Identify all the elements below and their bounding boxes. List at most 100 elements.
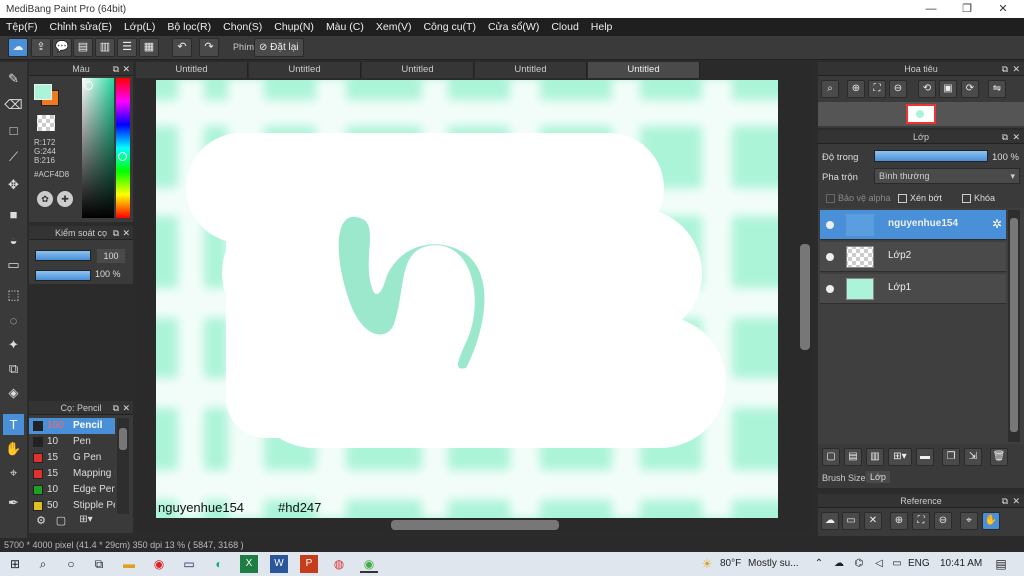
zoom-in-icon[interactable]: ⊕ (890, 512, 908, 530)
clock[interactable]: 10:41 AM (940, 558, 982, 569)
layer-settings-icon[interactable]: ✲ (992, 217, 1002, 231)
brush-item[interactable]: 50 Stipple Pe (29, 498, 115, 514)
folder-icon[interactable]: ▬ (916, 448, 934, 466)
windows-start-icon[interactable]: ⊞ (6, 555, 24, 573)
scroll-thumb[interactable] (1010, 218, 1018, 432)
tab-untitled-4[interactable]: Untitled (475, 62, 587, 78)
language-indicator[interactable]: ENG (908, 558, 930, 569)
horizontal-scroll-thumb[interactable] (391, 520, 559, 530)
network-icon[interactable]: ⌬ (850, 555, 868, 573)
flip-icon[interactable]: ⇋ (988, 80, 1006, 98)
chevron-up-icon[interactable]: ⌃ (810, 555, 828, 573)
scroll-thumb[interactable] (119, 428, 127, 450)
eye-icon[interactable] (826, 253, 834, 261)
brush-item[interactable]: 15 Mapping P (29, 466, 115, 482)
tab-untitled-5[interactable]: Untitled (588, 62, 700, 78)
brush-item[interactable]: 10 Edge Pen (29, 482, 115, 498)
chrome-icon[interactable]: ◍ (330, 555, 348, 573)
close-icon[interactable]: ✕ (122, 62, 130, 76)
canvas-viewport[interactable]: nguyenhue154 #hd247 (136, 78, 798, 518)
tab-untitled-1[interactable]: Untitled (136, 62, 248, 78)
canvas-artwork[interactable]: nguyenhue154 #hd247 (136, 78, 798, 518)
popout-icon[interactable]: ⧉ (113, 62, 119, 76)
fit-icon[interactable]: ⛶ (868, 80, 886, 98)
layer-row[interactable]: Lớp1 (820, 274, 1006, 304)
eyedropper-tool-icon[interactable]: ⌖ (3, 462, 24, 483)
foreground-color-swatch[interactable] (34, 84, 52, 100)
close-icon[interactable]: ✕ (1012, 494, 1020, 508)
select-pen-tool-icon[interactable]: ⧉ (3, 358, 24, 379)
rotate-left-icon[interactable]: ⟲ (918, 80, 936, 98)
eyedropper-icon[interactable]: ⌖ (960, 512, 978, 530)
edge-browser-icon[interactable]: ◐ (210, 555, 228, 573)
add-layer-menu-icon[interactable]: ⊞▾ (888, 448, 912, 466)
size-slider[interactable] (35, 250, 91, 261)
brush-tool-icon[interactable]: ✎ (3, 68, 24, 89)
clipping-checkbox[interactable] (898, 194, 907, 203)
menu-tools[interactable]: Công cụ(T) (417, 21, 482, 33)
menu-cloud[interactable]: Cloud (545, 21, 584, 33)
close-button[interactable]: ✕ (988, 0, 1018, 18)
new-layer-icon[interactable]: ▢ (822, 448, 840, 466)
layer-row[interactable]: Lớp2 (820, 242, 1006, 272)
opacity-slider[interactable] (35, 270, 91, 281)
media-app-icon[interactable]: ◉ (150, 555, 168, 573)
fit-icon[interactable]: ⛶ (912, 512, 930, 530)
battery-icon[interactable]: ▭ (888, 555, 906, 573)
new-halftone-layer-icon[interactable]: ▤ (844, 448, 862, 466)
menu-file[interactable]: Tệp(F) (0, 21, 44, 33)
eye-icon[interactable] (826, 221, 834, 229)
zoom-out-icon[interactable]: ⊖ (934, 512, 952, 530)
upload-icon[interactable]: ⇪ (31, 38, 51, 57)
grid-icon[interactable]: ▦ (139, 38, 159, 57)
popout-icon[interactable]: ⧉ (1002, 494, 1008, 508)
popout-icon[interactable]: ⧉ (1002, 62, 1008, 76)
move-tool-icon[interactable]: ✥ (3, 174, 24, 195)
popout-icon[interactable]: ⧉ (113, 226, 119, 240)
close-icon[interactable]: ✕ (1012, 130, 1020, 144)
layer-row[interactable]: nguyenhue154 ✲ (820, 210, 1006, 240)
maximize-button[interactable]: ❐ (952, 0, 982, 18)
brush-item[interactable]: 15 G Pen (29, 450, 115, 466)
volume-icon[interactable]: ◁ (870, 555, 888, 573)
line-tool-icon[interactable]: ⟋ (3, 146, 24, 167)
saturation-value-picker[interactable] (82, 78, 114, 218)
navigator-thumbnail[interactable] (906, 104, 936, 124)
lasso-tool-icon[interactable]: ◌ (3, 310, 24, 331)
popout-icon[interactable]: ⧉ (1002, 130, 1008, 144)
palette-icon[interactable]: ✿ (37, 191, 53, 207)
vertical-scroll-thumb[interactable] (800, 244, 810, 350)
menu-help[interactable]: Help (585, 21, 619, 33)
transparent-color-swatch[interactable] (37, 115, 55, 131)
speech-bubble-icon[interactable]: 💬 (52, 38, 72, 57)
lock-checkbox[interactable] (962, 194, 971, 203)
palette-add-icon[interactable]: ✚ (57, 191, 73, 207)
tab-untitled-2[interactable]: Untitled (249, 62, 361, 78)
cloud-upload-icon[interactable]: ☁ (821, 512, 839, 530)
brush-list-scrollbar[interactable] (117, 418, 129, 514)
zoom-in-icon[interactable]: ⊕ (847, 80, 865, 98)
menu-filter[interactable]: Bộ lọc(R) (161, 21, 217, 33)
brush-item[interactable]: 100 Pencil (29, 418, 115, 434)
hand-icon[interactable]: ✋ (982, 512, 1000, 530)
trash-icon[interactable]: 🗑 (990, 448, 1008, 466)
menu-color[interactable]: Màu (C) (320, 21, 370, 33)
open-folder-icon[interactable]: ▭ (842, 512, 860, 530)
layer-opacity-slider[interactable] (874, 150, 988, 162)
layer-list-scrollbar[interactable] (1008, 210, 1020, 442)
excel-icon[interactable]: X (240, 555, 258, 573)
bucket-tool-icon[interactable]: ◒ (3, 230, 24, 251)
select-eraser-tool-icon[interactable]: ◈ (3, 382, 24, 403)
new-brush-icon[interactable]: ▢ (53, 514, 69, 530)
menu-select[interactable]: Chọn(S) (217, 21, 268, 33)
redo-icon[interactable]: ↷ (199, 38, 219, 57)
eye-icon[interactable] (826, 285, 834, 293)
hue-slider[interactable] (116, 78, 130, 218)
cloud-icon[interactable]: ☁ (8, 38, 28, 57)
popout-icon[interactable]: ⧉ (113, 401, 119, 415)
close-icon[interactable]: ✕ (122, 226, 130, 240)
brush-settings-icon[interactable]: ⚙ (33, 514, 49, 530)
menu-edit[interactable]: Chỉnh sửa(E) (44, 21, 118, 33)
reset-button[interactable]: ⊘ Đặt lại (254, 38, 304, 57)
picker-cursor[interactable] (84, 81, 93, 90)
